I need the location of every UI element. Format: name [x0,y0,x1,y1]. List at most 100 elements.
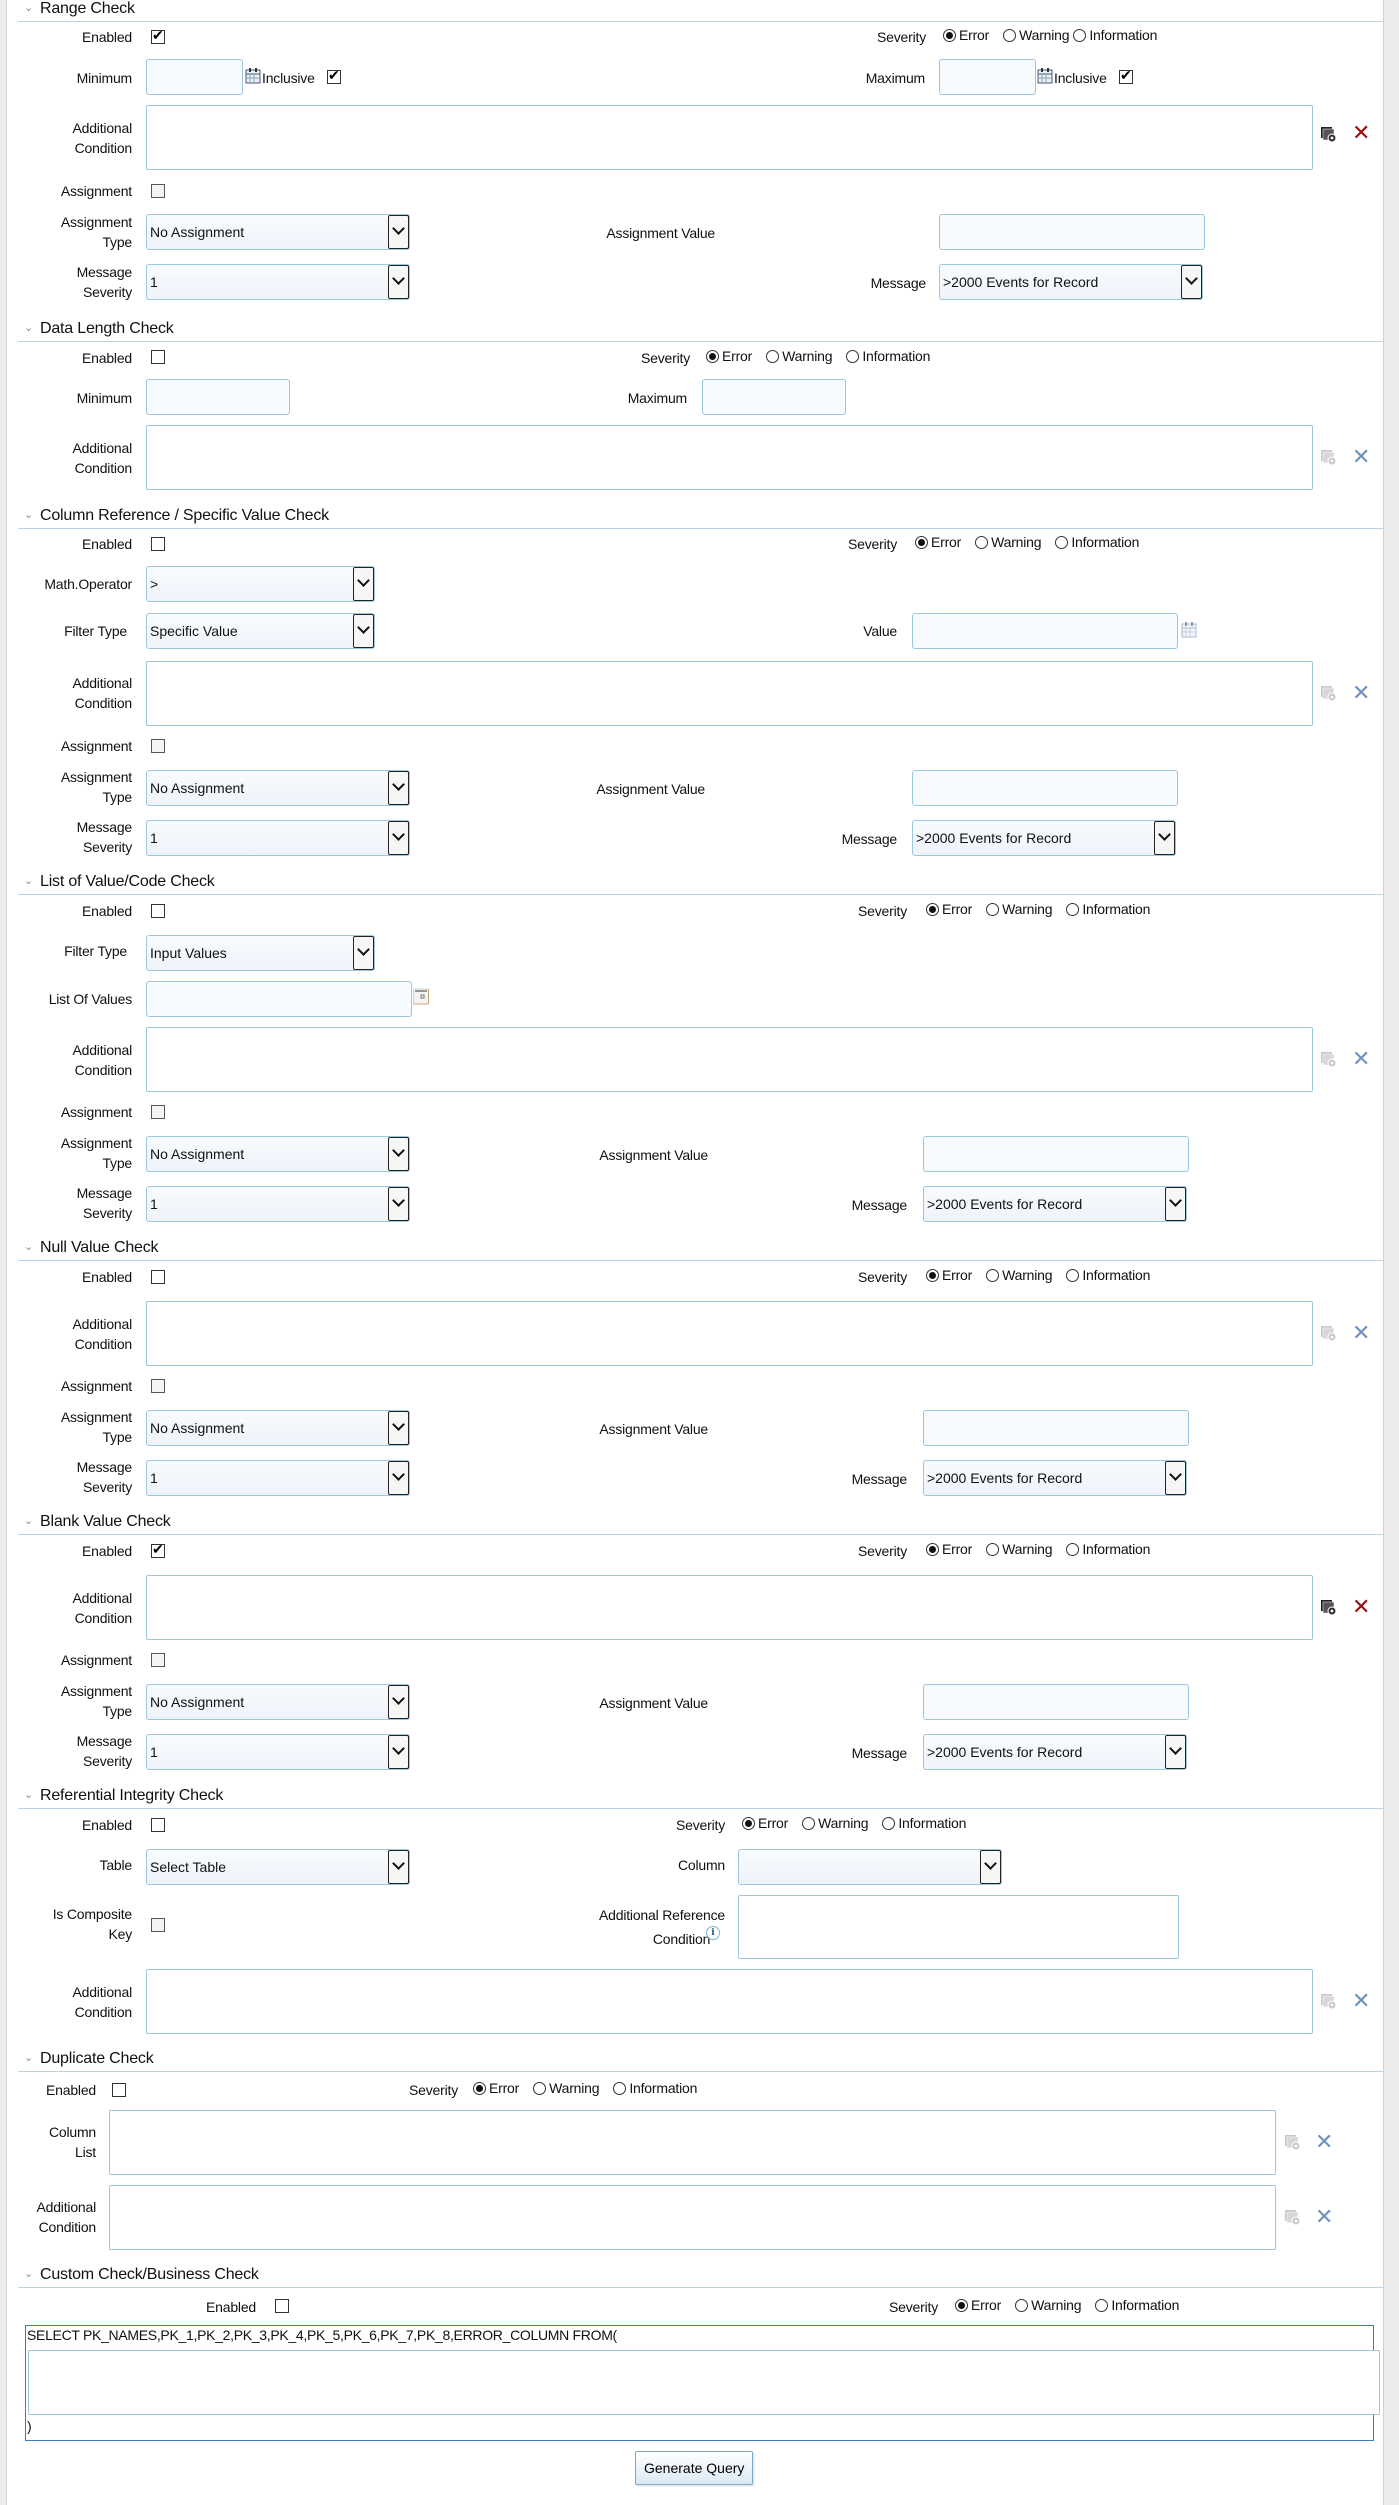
expression-builder-icon[interactable] [1320,448,1338,466]
severity-error-radio[interactable]: Error [915,534,961,550]
clear-icon[interactable]: ✕ [1315,2132,1333,2154]
duplicate-additional-condition-textarea[interactable] [109,2185,1276,2250]
data-length-maximum-input[interactable] [702,379,846,415]
range-assignment-value-input[interactable] [939,214,1205,250]
generate-query-button[interactable]: Generate Query [635,2451,754,2485]
null-assignment-type-select[interactable]: No Assignment [146,1410,410,1446]
column-ref-assignment-value-input[interactable] [912,770,1178,806]
severity-warning-radio[interactable]: Warning [1015,2297,1082,2313]
section-header-duplicate-check[interactable]: ⌄ Duplicate Check [18,2050,1383,2072]
custom-sql-body-textarea[interactable] [28,2350,1380,2415]
column-ref-value-input[interactable] [912,613,1178,649]
severity-error-radio[interactable]: Error [742,1815,788,1831]
chevron-down-icon[interactable]: ⌄ [24,508,36,521]
table-select[interactable]: Select Table [146,1849,410,1885]
blank-assignment-checkbox[interactable] [151,1653,165,1667]
calendar-icon[interactable] [1037,67,1053,84]
section-header-null-value-check[interactable]: ⌄ Null Value Check [18,1239,1383,1261]
lov-additional-condition-textarea[interactable] [146,1027,1313,1092]
chevron-down-icon[interactable]: ⌄ [24,1240,36,1253]
clear-icon[interactable]: ✕ [1315,2207,1333,2229]
severity-information-radio[interactable]: Information [1095,2297,1179,2313]
expression-builder-icon[interactable] [1320,1992,1338,2010]
expression-builder-icon[interactable] [1320,1050,1338,1068]
vertical-scrollbar[interactable] [1383,0,1399,2505]
chevron-down-icon[interactable]: ⌄ [24,321,36,334]
clear-icon[interactable]: ✕ [1352,1323,1370,1345]
severity-information-radio[interactable]: Information [1066,1267,1150,1283]
blank-message-select[interactable]: >2000 Events for Record [923,1734,1187,1770]
range-enabled-checkbox[interactable] [151,27,165,44]
column-ref-assignment-checkbox[interactable] [151,739,165,753]
is-composite-key-checkbox[interactable] [151,1918,165,1932]
severity-warning-radio[interactable]: Warning [986,901,1053,917]
column-ref-enabled-checkbox[interactable] [151,537,165,551]
chevron-down-icon[interactable]: ⌄ [24,1,36,14]
lov-enabled-checkbox[interactable] [151,904,165,918]
column-list-textarea[interactable] [109,2110,1276,2175]
blank-additional-condition-textarea[interactable] [146,1575,1313,1640]
blank-assignment-type-select[interactable]: No Assignment [146,1684,410,1720]
severity-information-radio[interactable]: Information [1066,1541,1150,1557]
severity-warning-radio[interactable]: Warning [986,1541,1053,1557]
blank-enabled-checkbox[interactable] [151,1541,165,1558]
null-enabled-checkbox[interactable] [151,1270,165,1284]
severity-warning-radio[interactable]: Warning [986,1267,1053,1283]
custom-enabled-checkbox[interactable] [275,2299,289,2313]
severity-warning-radio[interactable]: Warning [1003,27,1070,43]
ref-enabled-checkbox[interactable] [151,1818,165,1832]
chevron-down-icon[interactable]: ⌄ [24,1788,36,1801]
severity-warning-radio[interactable]: Warning [533,2080,600,2096]
chevron-down-icon[interactable]: ⌄ [24,1514,36,1527]
lov-assignment-checkbox[interactable] [151,1105,165,1119]
severity-warning-radio[interactable]: Warning [802,1815,869,1831]
ref-additional-condition-textarea[interactable] [146,1969,1313,2034]
chevron-down-icon[interactable]: ⌄ [24,2267,36,2280]
expression-builder-icon[interactable] [1320,125,1338,143]
range-min-inclusive-checkbox[interactable] [327,67,341,84]
math-operator-select[interactable]: > [146,566,375,602]
clear-icon[interactable]: ✕ [1352,1049,1370,1071]
clear-icon[interactable]: ✕ [1352,1991,1370,2013]
column-ref-message-severity-select[interactable]: 1 [146,820,410,856]
expression-builder-icon[interactable] [1284,2133,1302,2151]
chevron-down-icon[interactable]: ⌄ [24,2051,36,2064]
lov-message-select[interactable]: >2000 Events for Record [923,1186,1187,1222]
column-ref-assignment-type-select[interactable]: No Assignment [146,770,410,806]
lov-assignment-type-select[interactable]: No Assignment [146,1136,410,1172]
severity-warning-radio[interactable]: Warning [975,534,1042,550]
severity-error-radio[interactable]: Error [473,2080,519,2096]
section-header-list-of-value-check[interactable]: ⌄ List of Value/Code Check [18,873,1383,895]
range-assignment-checkbox[interactable] [151,184,165,198]
severity-error-radio[interactable]: Error [943,27,989,43]
severity-information-radio[interactable]: Information [846,348,930,364]
column-ref-additional-condition-textarea[interactable] [146,661,1313,726]
severity-warning-radio[interactable]: Warning [766,348,833,364]
calendar-icon[interactable] [245,67,261,84]
data-length-enabled-checkbox[interactable] [151,350,165,364]
section-header-data-length-check[interactable]: ⌄ Data Length Check [18,320,1383,342]
column-select[interactable] [738,1849,1002,1885]
null-assignment-checkbox[interactable] [151,1379,165,1393]
range-additional-condition-textarea[interactable] [146,105,1313,170]
blank-assignment-value-input[interactable] [923,1684,1189,1720]
lov-message-severity-select[interactable]: 1 [146,1186,410,1222]
lov-filter-type-select[interactable]: Input Values [146,935,375,971]
range-message-select[interactable]: >2000 Events for Record [939,264,1203,300]
info-icon[interactable]: i [706,1926,720,1940]
range-maximum-input[interactable] [939,59,1036,95]
additional-reference-condition-textarea[interactable] [738,1895,1179,1959]
clear-icon[interactable]: ✕ [1352,683,1370,705]
section-header-referential-integrity-check[interactable]: ⌄ Referential Integrity Check [18,1787,1383,1809]
duplicate-enabled-checkbox[interactable] [112,2083,126,2097]
range-max-inclusive-checkbox[interactable] [1119,67,1133,84]
null-assignment-value-input[interactable] [923,1410,1189,1446]
severity-information-radio[interactable]: Information [882,1815,966,1831]
range-message-severity-select[interactable]: 1 [146,264,410,300]
clear-icon[interactable]: ✕ [1352,123,1370,145]
lov-assignment-value-input[interactable] [923,1136,1189,1172]
null-additional-condition-textarea[interactable] [146,1301,1313,1366]
severity-information-radio[interactable]: Information [613,2080,697,2096]
severity-error-radio[interactable]: Error [926,1541,972,1557]
range-assignment-type-select[interactable]: No Assignment [146,214,410,250]
